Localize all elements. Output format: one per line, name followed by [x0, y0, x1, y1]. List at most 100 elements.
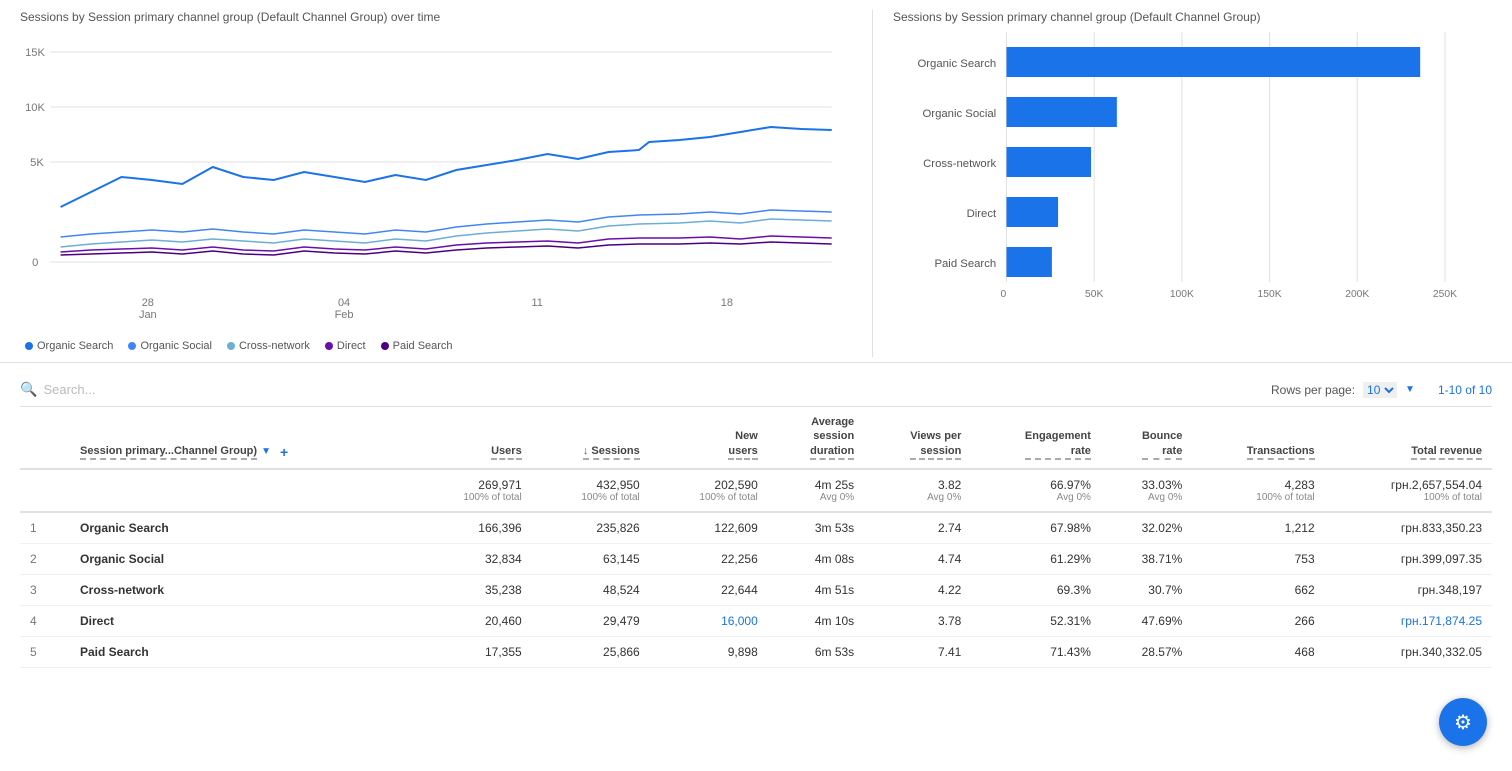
cell-channel[interactable]: Cross-network	[70, 574, 414, 605]
col-users[interactable]: Users	[414, 407, 532, 469]
cell-avg-session: 4m 10s	[768, 605, 864, 636]
cell-transactions: 266	[1192, 605, 1324, 636]
svg-text:Direct: Direct	[967, 208, 997, 220]
col-bounce-label: Bouncerate	[1142, 429, 1182, 460]
totals-new-users: 202,590 100% of total	[650, 469, 768, 512]
x-label-18: 18	[721, 297, 733, 321]
cell-bounce: 28.57%	[1101, 636, 1192, 667]
cell-engagement: 67.98%	[971, 512, 1101, 544]
cell-bounce: 32.02%	[1101, 512, 1192, 544]
legend-dot-organic-search	[25, 342, 33, 350]
svg-text:100K: 100K	[1170, 289, 1194, 300]
x-label-11: 11	[531, 297, 542, 321]
legend-dot-direct	[325, 342, 333, 350]
cell-engagement: 71.43%	[971, 636, 1101, 667]
totals-users: 269,971 100% of total	[414, 469, 532, 512]
cell-channel[interactable]: Paid Search	[70, 636, 414, 667]
col-transactions[interactable]: Transactions	[1192, 407, 1324, 469]
cell-channel[interactable]: Direct	[70, 605, 414, 636]
cell-transactions: 468	[1192, 636, 1324, 667]
col-engagement-label: Engagementrate	[1025, 429, 1091, 460]
add-col-button[interactable]: +	[280, 444, 288, 460]
cell-sessions: 63,145	[532, 543, 650, 574]
cell-avg-session: 4m 08s	[768, 543, 864, 574]
cell-avg-session: 3m 53s	[768, 512, 864, 544]
bar-chart-title: Sessions by Session primary channel grou…	[893, 10, 1512, 24]
cell-channel[interactable]: Organic Search	[70, 512, 414, 544]
legend-paid-search: Paid Search	[381, 340, 453, 352]
legend-organic-search: Organic Search	[25, 340, 113, 352]
pagination-info: 1-10 of 10	[1438, 383, 1492, 397]
totals-sessions: 432,950 100% of total	[532, 469, 650, 512]
totals-row: 269,971 100% of total 432,950 100% of to…	[20, 469, 1492, 512]
totals-revenue: грн.2,657,554.04 100% of total	[1325, 469, 1492, 512]
cell-users: 166,396	[414, 512, 532, 544]
legend-label-direct: Direct	[337, 340, 366, 352]
table-row: 5 Paid Search 17,355 25,866 9,898 6m 53s…	[20, 636, 1492, 667]
cell-users: 20,460	[414, 605, 532, 636]
col-new-users[interactable]: Newusers	[650, 407, 768, 469]
cell-views-per: 4.74	[864, 543, 971, 574]
cell-views-per: 7.41	[864, 636, 971, 667]
cell-sessions: 48,524	[532, 574, 650, 605]
cell-new-users: 22,256	[650, 543, 768, 574]
cell-bounce: 30.7%	[1101, 574, 1192, 605]
cell-avg-session: 6m 53s	[768, 636, 864, 667]
totals-channel	[70, 469, 414, 512]
col-num	[20, 407, 70, 469]
cell-users: 17,355	[414, 636, 532, 667]
cell-new-users: 122,609	[650, 512, 768, 544]
svg-text:50K: 50K	[1085, 289, 1104, 300]
rows-per-page-select[interactable]: 10 25 50	[1363, 382, 1397, 398]
cell-new-users: 9,898	[650, 636, 768, 667]
cell-transactions: 1,212	[1192, 512, 1324, 544]
svg-text:Cross-network: Cross-network	[923, 158, 996, 170]
cell-new-users: 16,000	[650, 605, 768, 636]
totals-views-per: 3.82 Avg 0%	[864, 469, 971, 512]
col-views-per-label: Views persession	[910, 429, 961, 460]
col-dropdown-arrow[interactable]: ▼	[261, 446, 271, 457]
col-avg-session[interactable]: Averagesessionduration	[768, 407, 864, 469]
cell-users: 32,834	[414, 543, 532, 574]
fab-button[interactable]: ⚙	[1439, 698, 1487, 746]
table-row: 1 Organic Search 166,396 235,826 122,609…	[20, 512, 1492, 544]
legend-label-cross-network: Cross-network	[239, 340, 310, 352]
rows-per-page-label: Rows per page:	[1271, 383, 1355, 397]
line-chart-title: Sessions by Session primary channel grou…	[20, 10, 852, 24]
svg-text:150K: 150K	[1258, 289, 1282, 300]
svg-text:10K: 10K	[25, 102, 45, 114]
col-views-per[interactable]: Views persession	[864, 407, 971, 469]
x-label-feb04: 04Feb	[335, 297, 354, 321]
legend-label-paid-search: Paid Search	[393, 340, 453, 352]
col-engagement[interactable]: Engagementrate	[971, 407, 1101, 469]
cell-engagement: 61.29%	[971, 543, 1101, 574]
col-channel[interactable]: Session primary...Channel Group) ▼ +	[70, 407, 414, 469]
search-row: 🔍 Search... Rows per page: 10 25 50 ▼ 1-…	[20, 373, 1492, 407]
col-revenue[interactable]: Total revenue	[1325, 407, 1492, 469]
col-avg-session-label: Averagesessionduration	[810, 415, 854, 460]
cell-avg-session: 4m 51s	[768, 574, 864, 605]
col-sessions[interactable]: ↓ Sessions	[532, 407, 650, 469]
svg-text:Paid Search: Paid Search	[934, 258, 996, 270]
cell-channel[interactable]: Organic Social	[70, 543, 414, 574]
col-users-label: Users	[491, 444, 522, 460]
col-bounce[interactable]: Bouncerate	[1101, 407, 1192, 469]
legend-direct: Direct	[325, 340, 366, 352]
rows-per-page-control: Rows per page: 10 25 50 ▼ 1-10 of 10	[1271, 382, 1492, 398]
col-revenue-label: Total revenue	[1411, 444, 1482, 460]
table-row: 3 Cross-network 35,238 48,524 22,644 4m …	[20, 574, 1492, 605]
cell-views-per: 2.74	[864, 512, 971, 544]
totals-num	[20, 469, 70, 512]
svg-text:200K: 200K	[1345, 289, 1369, 300]
search-box[interactable]: 🔍 Search...	[20, 381, 95, 398]
svg-text:Organic Search: Organic Search	[917, 58, 996, 70]
col-sessions-label: ↓ Sessions	[583, 444, 640, 460]
cell-revenue: грн.348,197	[1325, 574, 1492, 605]
totals-bounce: 33.03% Avg 0%	[1101, 469, 1192, 512]
data-table: Session primary...Channel Group) ▼ + Use…	[20, 407, 1492, 668]
rows-dropdown-arrow: ▼	[1405, 384, 1415, 395]
cell-revenue: грн.833,350.23	[1325, 512, 1492, 544]
cell-new-users: 22,644	[650, 574, 768, 605]
svg-text:Organic Social: Organic Social	[922, 108, 996, 120]
cell-num: 5	[20, 636, 70, 667]
